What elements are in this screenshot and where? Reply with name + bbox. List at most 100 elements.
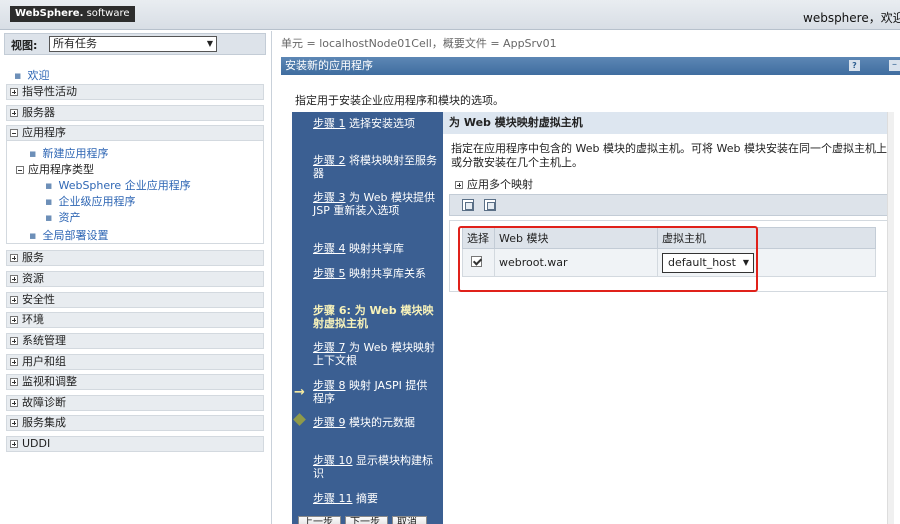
collapse-icon — [16, 166, 24, 174]
expand-icon — [10, 109, 18, 117]
nav-group-resources[interactable]: 资源 — [6, 271, 264, 287]
nav-group-uddi[interactable]: UDDI — [6, 436, 264, 452]
portlet-title: 安装新的应用程序 — [285, 59, 373, 72]
nav-group-label: 用户和组 — [22, 355, 66, 368]
bullet-icon: ▪ — [29, 147, 37, 160]
wizard-step-8[interactable]: 步骤 8 映射 JASPI 提供程序 — [313, 379, 437, 405]
view-select[interactable]: 所有任务 ▼ — [49, 36, 217, 52]
nav-group-label: 监视和调整 — [22, 375, 77, 388]
view-select-value: 所有任务 — [53, 37, 97, 50]
welcome-message: websphere，欢迎您 — [803, 11, 900, 25]
nav-group-system-admin[interactable]: 系统管理 — [6, 333, 264, 349]
nav-group-label: 系统管理 — [22, 334, 66, 347]
applications-subtree: ▪ 新建应用程序 应用程序类型 ▪ WebSphere 企业应用程序 ▪ 企业级应用程… — [6, 141, 264, 244]
top-banner: WebSphere. software websphere，欢迎您 — [0, 0, 900, 30]
bullet-icon: ▪ — [14, 69, 22, 82]
websphere-logo: WebSphere. software — [10, 6, 135, 22]
expand-icon — [455, 181, 463, 189]
nav-group-label: 资源 — [22, 272, 44, 285]
nav-group-environment[interactable]: 环境 — [6, 312, 264, 328]
nav-welcome-label: 欢迎 — [27, 69, 50, 82]
wizard-content: 为 Web 模块映射虚拟主机 指定在应用程序中包含的 Web 模块的虚拟主机。可… — [443, 112, 894, 512]
expand-icon — [10, 254, 18, 262]
nav-enterprise-apps[interactable]: ▪ 企业级应用程序 — [45, 193, 135, 209]
minimize-icon[interactable]: – — [889, 60, 900, 71]
nav-group-label: 环境 — [22, 313, 44, 326]
breadcrumb: 单元 = localhostNode01Cell，概要文件 = AppSrv01 — [281, 37, 557, 50]
wizard-step-11[interactable]: 步骤 11 摘要 — [313, 492, 437, 505]
content-title: 为 Web 模块映射虚拟主机 — [443, 112, 894, 134]
optional-step-diamond-icon — [293, 413, 306, 426]
nav-global-deploy-settings[interactable]: ▪ 全局部署设置 — [29, 227, 108, 243]
bullet-icon: ▪ — [45, 195, 53, 208]
nav-group-applications[interactable]: 应用程序 — [6, 125, 264, 141]
wizard-step-6-current: 步骤 6: 为 Web 模块映射虚拟主机 — [313, 304, 434, 330]
highlight-annotation-box — [458, 226, 758, 292]
nav-group-troubleshooting[interactable]: 故障诊断 — [6, 395, 264, 411]
wizard-step-4[interactable]: 步骤 4 映射共享库 — [313, 242, 437, 255]
apply-multiple-mappings[interactable]: 应用多个映射 — [455, 176, 533, 192]
nav-group-label: 服务 — [22, 251, 44, 264]
expand-icon — [10, 378, 18, 386]
nav-websphere-apps[interactable]: ▪ WebSphere 企业应用程序 — [45, 177, 191, 193]
collapse-icon — [10, 129, 18, 137]
portlet-title-bar: 安装新的应用程序 ? – — [281, 57, 900, 75]
wizard-steps: 步骤 1 选择安装选项 步骤 2 将模块映射至服务器 步骤 3 为 Web 模块… — [292, 112, 443, 524]
nav-group-label: 服务集成 — [22, 416, 66, 429]
content-description: 指定在应用程序中包含的 Web 模块的虚拟主机。可将 Web 模块安装在同一个虚… — [451, 142, 887, 169]
wizard-step-3[interactable]: 步骤 3 为 Web 模块提供 JSP 重新装入选项 — [313, 191, 437, 217]
expand-icon — [10, 88, 18, 96]
nav-welcome-link[interactable]: ▪ 欢迎 — [14, 67, 49, 83]
expand-icon — [10, 419, 18, 427]
nav-group-label: 安全性 — [22, 293, 55, 306]
help-icon[interactable]: ? — [849, 60, 860, 71]
deselect-all-icon[interactable] — [484, 199, 496, 211]
nav-group-guided[interactable]: 指导性活动 — [6, 84, 264, 100]
expand-icon — [10, 399, 18, 407]
previous-button[interactable]: 上一步 — [298, 516, 341, 524]
logo-software: software — [83, 8, 130, 19]
cancel-button[interactable]: 取消 — [392, 516, 427, 524]
nav-new-application[interactable]: ▪ 新建应用程序 — [29, 145, 108, 161]
bullet-icon: ▪ — [29, 229, 37, 242]
nav-group-label: 应用程序 — [22, 126, 66, 139]
nav-group-security[interactable]: 安全性 — [6, 292, 264, 308]
main-area: 单元 = localhostNode01Cell，概要文件 = AppSrv01… — [273, 31, 900, 524]
expand-icon — [10, 316, 18, 324]
expand-icon — [10, 337, 18, 345]
nav-group-monitoring[interactable]: 监视和调整 — [6, 374, 264, 390]
nav-group-label: 服务器 — [22, 106, 55, 119]
vertical-scrollbar[interactable] — [887, 112, 894, 524]
expand-icon — [10, 296, 18, 304]
dropdown-arrow-icon: ▼ — [206, 39, 213, 48]
expand-icon — [10, 275, 18, 283]
next-button[interactable]: 下一步 — [345, 516, 388, 524]
wizard-description: 指定用于安装企业应用程序和模块的选项。 — [295, 94, 504, 107]
nav-group-services[interactable]: 服务 — [6, 250, 264, 266]
select-all-icon[interactable] — [462, 199, 474, 211]
table-toolbar — [449, 194, 888, 216]
wizard-step-7[interactable]: 步骤 7 为 Web 模块映射上下文根 — [313, 341, 437, 367]
wizard-step-10[interactable]: 步骤 10 显示模块构建标识 — [313, 454, 437, 480]
nav-group-servers[interactable]: 服务器 — [6, 105, 264, 121]
nav-application-types[interactable]: 应用程序类型 — [13, 161, 94, 177]
nav-group-label: UDDI — [22, 437, 51, 450]
view-label: 视图: — [11, 39, 38, 52]
wizard-step-2[interactable]: 步骤 2 将模块映射至服务器 — [313, 154, 437, 180]
wizard-step-1[interactable]: 步骤 1 选择安装选项 — [313, 117, 437, 130]
nav-group-label: 指导性活动 — [22, 85, 77, 98]
navigation-panel: 视图: 所有任务 ▼ ▪ 欢迎 指导性活动 服务器 应用程序 ▪ 新建应用程序 应用… — [0, 31, 272, 524]
current-step-arrow-icon: → — [294, 385, 305, 400]
bullet-icon: ▪ — [45, 211, 53, 224]
expand-icon — [10, 440, 18, 448]
logo-brand: WebSphere. — [15, 8, 84, 19]
nav-assets[interactable]: ▪ 资产 — [45, 209, 80, 225]
expand-icon — [10, 358, 18, 366]
wizard-step-5[interactable]: 步骤 5 映射共享库关系 — [313, 267, 437, 280]
nav-group-label: 故障诊断 — [22, 396, 66, 409]
wizard-step-9[interactable]: 步骤 9 模块的元数据 — [313, 416, 437, 429]
nav-group-users[interactable]: 用户和组 — [6, 354, 264, 370]
bullet-icon: ▪ — [45, 179, 53, 192]
nav-group-service-integration[interactable]: 服务集成 — [6, 415, 264, 431]
view-bar: 视图: 所有任务 ▼ — [4, 33, 266, 55]
